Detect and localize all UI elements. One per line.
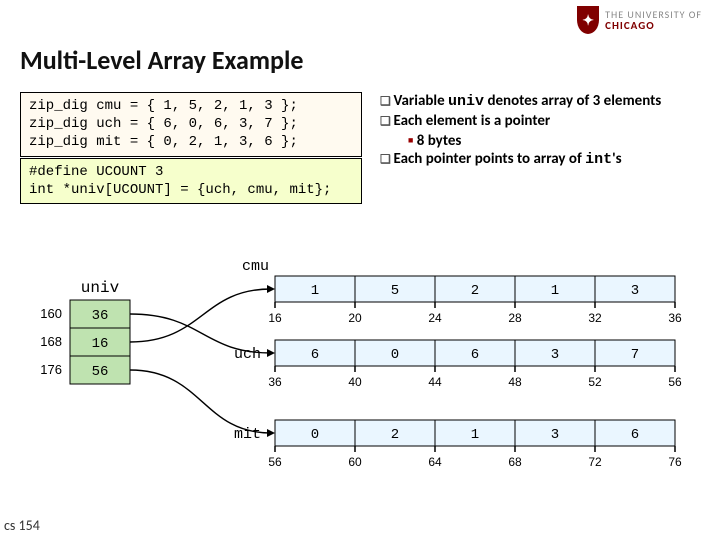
svg-text:1: 1 — [551, 283, 559, 299]
svg-text:mit: mit — [234, 426, 261, 443]
svg-text:60: 60 — [348, 455, 362, 469]
slide-title: Multi-Level Array Example — [20, 44, 303, 76]
bullet-1: Variable univ denotes array of 3 element… — [380, 92, 710, 110]
code-block-1: zip_dig cmu = { 1, 5, 2, 1, 3 }; zip_dig… — [20, 92, 362, 157]
svg-text:56: 56 — [92, 364, 109, 380]
logo-line1: THE UNIVERSITY OF — [605, 10, 702, 20]
bullet-1-post: denotes array of 3 elements — [484, 92, 661, 110]
svg-text:56: 56 — [668, 375, 682, 389]
svg-text:3: 3 — [631, 283, 639, 299]
svg-text:7: 7 — [631, 347, 639, 363]
course-label: cs 154 — [4, 517, 40, 534]
svg-text:72: 72 — [588, 455, 602, 469]
svg-text:36: 36 — [92, 308, 109, 324]
svg-text:16: 16 — [92, 336, 109, 352]
bullet-2: Each element is a pointer — [380, 112, 710, 130]
svg-text:16: 16 — [268, 311, 282, 325]
svg-text:56: 56 — [268, 455, 282, 469]
svg-text:32: 32 — [588, 311, 602, 325]
svg-text:1: 1 — [311, 283, 319, 299]
svg-text:76: 76 — [668, 455, 682, 469]
bullet-2-sub: 8 bytes — [408, 132, 710, 150]
svg-text:6: 6 — [311, 347, 319, 363]
diagram-svg: univ361601616856176cmu15213162024283236u… — [15, 250, 705, 510]
svg-text:0: 0 — [391, 347, 399, 363]
svg-text:1: 1 — [471, 427, 479, 443]
svg-text:0: 0 — [311, 427, 319, 443]
svg-text:40: 40 — [348, 375, 362, 389]
bullet-1-code: univ — [448, 93, 484, 110]
svg-text:52: 52 — [588, 375, 602, 389]
svg-text:3: 3 — [551, 427, 559, 443]
code-block-2: #define UCOUNT 3 int *univ[UCOUNT] = {uc… — [20, 158, 362, 204]
bullet-3-post: 's — [612, 150, 622, 168]
bullet-3-code: int — [585, 151, 612, 168]
svg-text:24: 24 — [428, 311, 442, 325]
svg-text:160: 160 — [40, 306, 62, 321]
bullet-1-pre: Variable — [393, 92, 448, 110]
memory-diagram: univ361601616856176cmu15213162024283236u… — [15, 250, 705, 510]
svg-text:3: 3 — [551, 347, 559, 363]
svg-text:6: 6 — [471, 347, 479, 363]
svg-text:2: 2 — [471, 283, 479, 299]
svg-text:cmu: cmu — [242, 258, 269, 275]
svg-text:36: 36 — [668, 311, 682, 325]
bullet-3: Each pointer points to array of int's — [380, 150, 710, 168]
svg-text:44: 44 — [428, 375, 442, 389]
logo-line2: CHICAGO — [605, 20, 702, 31]
svg-text:64: 64 — [428, 455, 442, 469]
svg-text:36: 36 — [268, 375, 282, 389]
svg-text:univ: univ — [81, 279, 120, 297]
bullet-list: Variable univ denotes array of 3 element… — [380, 92, 710, 170]
university-logo: ✦ THE UNIVERSITY OF CHICAGO — [577, 6, 702, 34]
shield-icon: ✦ — [577, 6, 599, 34]
svg-text:176: 176 — [40, 362, 62, 377]
bullet-3-pre: Each pointer points to array of — [393, 150, 585, 168]
logo-text: THE UNIVERSITY OF CHICAGO — [605, 10, 702, 31]
svg-text:6: 6 — [631, 427, 639, 443]
svg-text:28: 28 — [508, 311, 522, 325]
svg-text:48: 48 — [508, 375, 522, 389]
svg-text:5: 5 — [391, 283, 399, 299]
svg-text:68: 68 — [508, 455, 522, 469]
svg-text:2: 2 — [391, 427, 399, 443]
svg-text:168: 168 — [40, 334, 62, 349]
svg-text:20: 20 — [348, 311, 362, 325]
